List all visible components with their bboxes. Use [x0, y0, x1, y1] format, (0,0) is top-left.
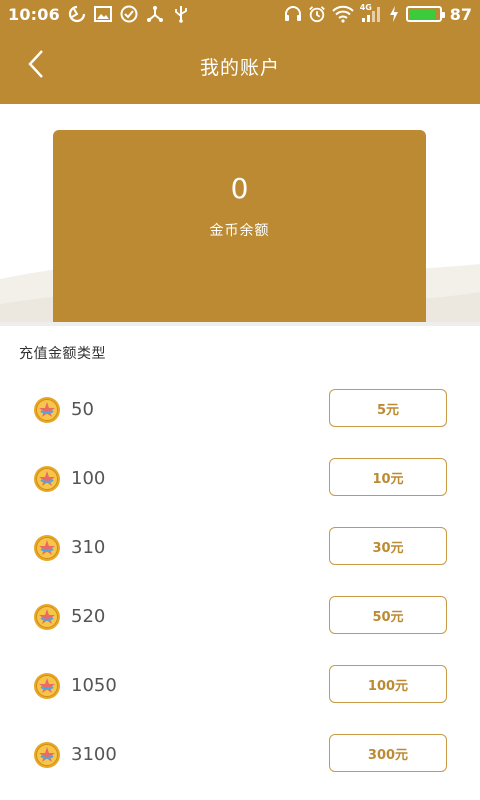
battery-nub	[441, 12, 445, 18]
recharge-option-row: 520 50元	[0, 583, 480, 652]
coin-balance-label: 金币余额	[209, 223, 270, 239]
gold-coin-icon	[33, 534, 61, 562]
image-icon	[93, 5, 112, 23]
back-button[interactable]	[18, 48, 54, 84]
price-button[interactable]: 300元	[329, 734, 447, 772]
price-button[interactable]: 30元	[329, 527, 447, 565]
gold-coin-icon	[33, 603, 61, 631]
charging-icon	[388, 5, 400, 23]
section-divider	[0, 322, 480, 326]
gold-coin-icon	[33, 672, 61, 700]
coin-balance-value: 0	[230, 172, 249, 205]
recharge-option-row: 310 30元	[0, 514, 480, 583]
coin-amount: 100	[71, 468, 106, 489]
recharge-option-list: 50 5元 100 10元 310 30元 520 50元 1050 100元 …	[0, 376, 480, 790]
status-left: 10:06	[8, 5, 190, 24]
battery-percentage: 87	[449, 4, 472, 24]
price-button[interactable]: 10元	[329, 458, 447, 496]
status-right: 4G 87	[284, 3, 472, 24]
battery-indicator	[405, 6, 445, 22]
gold-coin-icon	[33, 465, 61, 493]
price-button[interactable]: 100元	[329, 665, 447, 703]
balance-hero: 0 金币余额	[0, 104, 480, 326]
usb-icon	[172, 5, 190, 23]
gold-coin-icon	[33, 396, 61, 424]
headphones-icon	[284, 5, 302, 23]
recharge-option-row: 50 5元	[0, 376, 480, 445]
coin-amount: 50	[71, 399, 94, 420]
status-bar: 10:06 4G 87	[0, 0, 480, 28]
price-button[interactable]: 50元	[329, 596, 447, 634]
share-node-icon	[146, 5, 164, 23]
recharge-option-row: 100 10元	[0, 445, 480, 514]
app-bar: 我的账户	[0, 28, 480, 104]
page-title: 我的账户	[199, 56, 280, 79]
balance-card: 0 金币余额	[53, 130, 426, 326]
gold-coin-icon	[33, 741, 61, 769]
coin-amount: 1050	[71, 675, 117, 696]
price-button[interactable]: 5元	[329, 389, 447, 427]
coin-amount: 3100	[71, 744, 117, 765]
recharge-option-row: 1050 100元	[0, 652, 480, 721]
coin-amount: 520	[71, 606, 106, 627]
recharge-option-row: 3100 300元	[0, 721, 480, 790]
status-time: 10:06	[8, 4, 60, 24]
wifi-icon	[332, 5, 354, 23]
network-type-label: 4G	[359, 3, 372, 12]
check-circle-icon	[120, 5, 138, 23]
sync-icon	[68, 5, 86, 23]
signal-icon: 4G	[359, 3, 382, 23]
coin-amount: 310	[71, 537, 106, 558]
battery-fill	[408, 9, 435, 19]
chevron-left-icon	[27, 49, 45, 83]
recharge-section-title: 充值金额类型	[19, 346, 106, 362]
alarm-icon	[308, 5, 326, 23]
